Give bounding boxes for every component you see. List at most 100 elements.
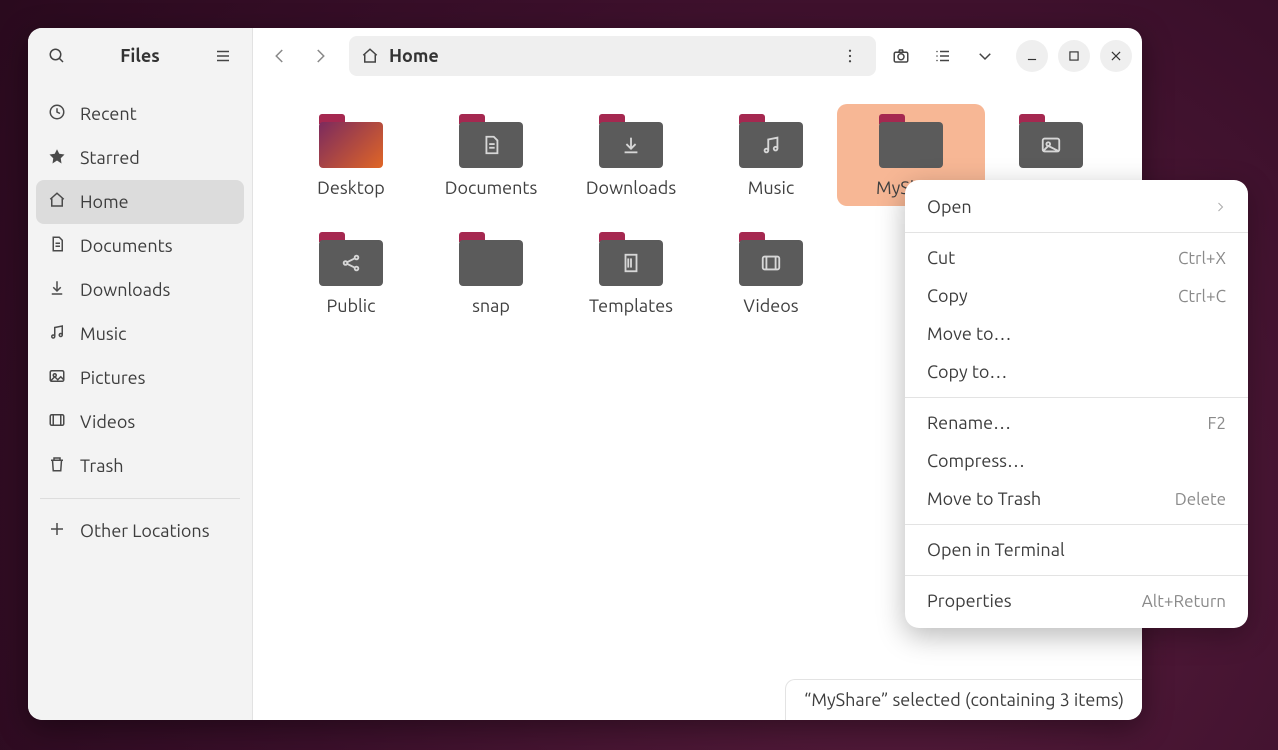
sidebar-item-label: Documents: [80, 236, 173, 256]
folder-label: Public: [326, 296, 375, 316]
context-menu-item-label: Cut: [927, 248, 955, 268]
context-menu-item-accel: Ctrl+C: [1178, 287, 1226, 306]
context-menu-item-label: Compress…: [927, 451, 1025, 471]
forward-button[interactable]: [303, 39, 337, 73]
context-menu-separator: [905, 232, 1248, 233]
plus-icon: [48, 520, 66, 542]
chevron-down-icon: [976, 47, 994, 65]
context-menu-separator: [905, 524, 1248, 525]
sidebar-item-recent[interactable]: Recent: [36, 92, 244, 136]
app-title: Files: [120, 46, 159, 66]
chevron-left-icon: [271, 47, 289, 65]
context-menu-item[interactable]: Move to…: [905, 315, 1248, 353]
picture-icon: [48, 367, 66, 389]
sidebar-item-documents[interactable]: Documents: [36, 224, 244, 268]
kebab-icon: [841, 47, 859, 65]
folder-item[interactable]: Templates: [557, 222, 705, 324]
breadcrumb[interactable]: Home: [349, 36, 876, 76]
folder-icon: [459, 232, 523, 286]
context-menu-item[interactable]: Open in Terminal: [905, 531, 1248, 569]
sidebar: Files Recent Starred Home Documents Download…: [28, 28, 253, 720]
close-button[interactable]: [1100, 40, 1132, 72]
folder-label: Downloads: [586, 178, 676, 198]
folder-item[interactable]: Documents: [417, 104, 565, 206]
sidebar-item-label: Pictures: [80, 368, 145, 388]
context-menu-item-label: Move to…: [927, 324, 1011, 344]
sidebar-item-videos[interactable]: Videos: [36, 400, 244, 444]
toolbar: Home: [253, 28, 1142, 84]
folder-item[interactable]: Downloads: [557, 104, 705, 206]
sidebar-item-pictures[interactable]: Pictures: [36, 356, 244, 400]
folder-item[interactable]: Videos: [697, 222, 845, 324]
context-menu-separator: [905, 397, 1248, 398]
folder-item[interactable]: Music: [697, 104, 845, 206]
sidebar-menu-button[interactable]: [206, 39, 240, 73]
breadcrumb-label: Home: [389, 46, 439, 66]
context-menu-separator: [905, 575, 1248, 576]
context-menu-item-accel: Delete: [1175, 490, 1226, 509]
context-menu-item[interactable]: Move to Trash Delete: [905, 480, 1248, 518]
folder-label: Templates: [589, 296, 673, 316]
home-icon: [361, 47, 379, 65]
sidebar-item-trash[interactable]: Trash: [36, 444, 244, 488]
video-icon: [48, 411, 66, 433]
context-menu-item-accel: Alt+Return: [1142, 592, 1226, 611]
context-menu-item-label: Move to Trash: [927, 489, 1041, 509]
camera-icon: [892, 47, 910, 65]
search-button[interactable]: [40, 39, 74, 73]
sidebar-item-label: Starred: [80, 148, 140, 168]
sidebar-item-label: Home: [80, 192, 129, 212]
view-menu-button[interactable]: [968, 39, 1002, 73]
context-menu-item[interactable]: PropertiesAlt+Return: [905, 582, 1248, 620]
folder-item[interactable]: snap: [417, 222, 565, 324]
folder-label: Music: [748, 178, 794, 198]
context-menu-item-label: Open: [927, 197, 972, 217]
context-menu-item-label: Rename…: [927, 413, 1011, 433]
sidebar-item-label: Videos: [80, 412, 135, 432]
folder-icon: [739, 114, 803, 168]
music-icon: [48, 323, 66, 345]
clock-icon: [48, 103, 66, 125]
star-icon: [48, 147, 66, 169]
folder-icon: [599, 114, 663, 168]
context-menu-item[interactable]: CutCtrl+X: [905, 239, 1248, 277]
context-menu-item[interactable]: Copy Ctrl+C: [905, 277, 1248, 315]
folder-item[interactable]: Public: [277, 222, 425, 324]
context-menu-item[interactable]: Open: [905, 188, 1248, 226]
folder-item[interactable]: Desktop: [277, 104, 425, 206]
breadcrumb-menu-button[interactable]: [836, 42, 864, 70]
sidebar-item-other-locations[interactable]: Other Locations: [36, 509, 244, 553]
context-menu-item-accel: F2: [1207, 414, 1226, 433]
folder-icon: [459, 114, 523, 168]
back-button[interactable]: [263, 39, 297, 73]
sidebar-header: Files: [28, 28, 252, 84]
folder-label: Videos: [743, 296, 798, 316]
sidebar-item-label: Music: [80, 324, 126, 344]
sidebar-item-music[interactable]: Music: [36, 312, 244, 356]
sidebar-item-label: Trash: [80, 456, 124, 476]
window-controls: [1016, 40, 1132, 72]
context-menu: Open CutCtrl+X Copy Ctrl+C Move to… Copy to… R…: [905, 180, 1248, 628]
context-menu-item-label: Open in Terminal: [927, 540, 1065, 560]
minimize-icon: [1025, 49, 1039, 63]
sidebar-item-starred[interactable]: Starred: [36, 136, 244, 180]
context-menu-item[interactable]: Rename… F2: [905, 404, 1248, 442]
sidebar-item-label: Recent: [80, 104, 137, 124]
sidebar-item-downloads[interactable]: Downloads: [36, 268, 244, 312]
sidebar-item-home[interactable]: Home: [36, 180, 244, 224]
folder-label: Desktop: [317, 178, 385, 198]
folder-label: Documents: [445, 178, 538, 198]
context-menu-item-label: Copy: [927, 286, 968, 306]
download-icon: [48, 279, 66, 301]
document-icon: [48, 235, 66, 257]
sidebar-item-label: Downloads: [80, 280, 170, 300]
nav-arrows: [263, 39, 337, 73]
search-icon: [48, 47, 66, 65]
minimize-button[interactable]: [1016, 40, 1048, 72]
context-menu-item[interactable]: Compress…: [905, 442, 1248, 480]
screenshot-button[interactable]: [884, 39, 918, 73]
maximize-button[interactable]: [1058, 40, 1090, 72]
view-list-button[interactable]: [926, 39, 960, 73]
folder-icon: [599, 232, 663, 286]
context-menu-item[interactable]: Copy to…: [905, 353, 1248, 391]
